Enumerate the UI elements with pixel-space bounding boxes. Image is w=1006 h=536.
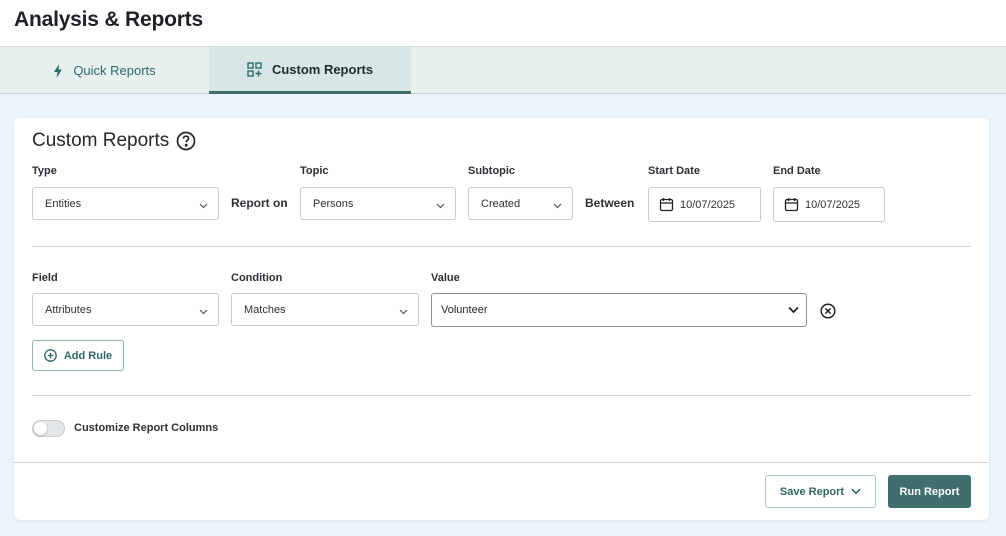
- field-select-value: Attributes: [45, 303, 92, 316]
- between-label: Between: [585, 196, 635, 210]
- tab-label: Quick Reports: [73, 63, 156, 78]
- topic-label: Topic: [300, 165, 329, 177]
- calendar-icon: [784, 197, 799, 212]
- chevron-down-icon: [851, 488, 861, 495]
- topic-select-value: Persons: [313, 197, 354, 210]
- condition-label: Condition: [231, 272, 283, 284]
- type-select-value: Entities: [45, 197, 82, 210]
- close-circle-icon[interactable]: [820, 303, 836, 319]
- card-title-text: Custom Reports: [32, 130, 170, 151]
- chevron-down-icon: [399, 306, 408, 318]
- field-label: Field: [32, 272, 58, 284]
- grid-plus-icon: [247, 61, 262, 77]
- subtopic-select-value: Created: [481, 197, 521, 210]
- divider: [32, 395, 971, 396]
- start-date-label: Start Date: [648, 165, 700, 177]
- type-label: Type: [32, 165, 57, 177]
- plus-circle-icon: [44, 349, 57, 362]
- end-date-label: End Date: [773, 165, 821, 177]
- condition-select[interactable]: Matches: [231, 293, 419, 326]
- calendar-icon: [659, 197, 674, 212]
- divider: [32, 246, 971, 247]
- end-date-value: 10/07/2025: [805, 198, 861, 211]
- value-label: Value: [431, 272, 460, 284]
- chevron-down-icon: [553, 200, 562, 212]
- field-select[interactable]: Attributes: [32, 293, 219, 326]
- customize-columns-toggle[interactable]: [32, 420, 65, 437]
- save-report-button[interactable]: Save Report: [765, 475, 876, 508]
- end-date-input[interactable]: 10/07/2025: [773, 187, 885, 222]
- chevron-down-icon: [436, 200, 445, 212]
- chevron-down-icon: [199, 306, 208, 318]
- add-rule-label: Add Rule: [63, 349, 113, 362]
- page-title: Analysis & Reports: [14, 8, 203, 31]
- card-title: Custom Reports: [32, 130, 196, 152]
- tab-quick-reports[interactable]: Quick Reports: [0, 47, 209, 94]
- value-select[interactable]: Volunteer: [431, 293, 807, 327]
- subtopic-select[interactable]: Created: [468, 187, 573, 220]
- customize-columns-label: Customize Report Columns: [74, 422, 219, 434]
- topic-select[interactable]: Persons: [300, 187, 456, 220]
- run-report-button[interactable]: Run Report: [888, 475, 971, 508]
- chevron-down-icon: [199, 200, 208, 212]
- type-select[interactable]: Entities: [32, 187, 219, 220]
- value-select-value: Volunteer: [441, 304, 488, 316]
- tab-custom-reports[interactable]: Custom Reports: [209, 47, 411, 94]
- page-header: Analysis & Reports: [0, 0, 1006, 47]
- condition-select-value: Matches: [244, 303, 286, 316]
- lightning-icon: [53, 63, 63, 78]
- report-on-label: Report on: [231, 196, 288, 210]
- tab-label: Custom Reports: [271, 61, 374, 77]
- start-date-input[interactable]: 10/07/2025: [648, 187, 761, 222]
- question-circle-icon[interactable]: [176, 131, 196, 151]
- start-date-value: 10/07/2025: [680, 198, 736, 211]
- custom-reports-card: Custom Reports Type Topic Subtopic Start…: [14, 118, 989, 520]
- add-rule-button[interactable]: Add Rule: [32, 340, 124, 371]
- chevron-down-icon: [788, 305, 799, 317]
- footer-divider: [14, 462, 989, 463]
- subtopic-label: Subtopic: [468, 165, 516, 177]
- toggle-knob: [34, 422, 47, 435]
- save-report-label: Save Report: [779, 485, 845, 498]
- tab-bar: Quick Reports Custom Reports: [0, 47, 1006, 94]
